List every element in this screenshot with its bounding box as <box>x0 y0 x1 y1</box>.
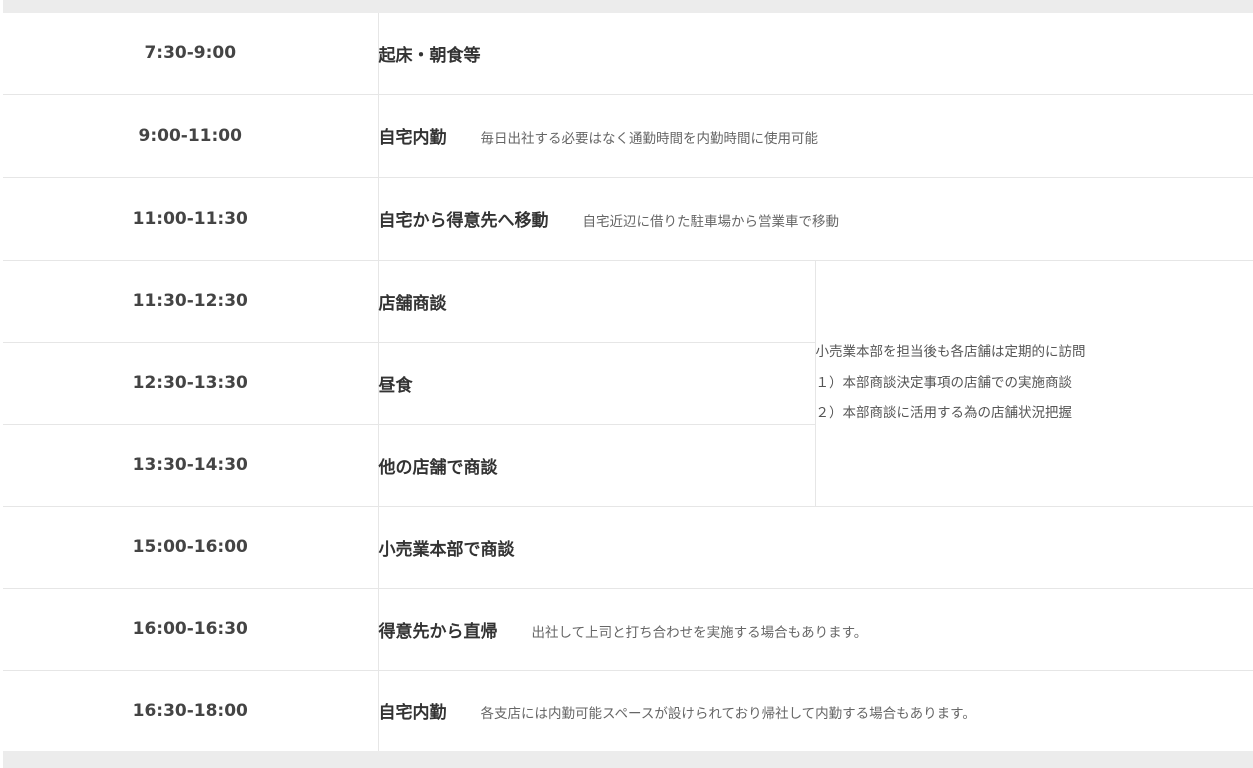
activity-title: 店舗商談 <box>378 293 447 314</box>
activity-note: 各支店には内勤可能スペースが設けられており帰社して内勤する場合もあります。 <box>480 706 976 723</box>
activity-title: 他の店舗で商談 <box>378 457 498 478</box>
activity-cell: 起床・朝食等 <box>378 13 1253 95</box>
activity-title: 昼食 <box>378 375 413 396</box>
merged-note-line: ２）本部商談に活用する為の店舗状況把握 <box>815 405 1073 422</box>
schedule-row: 11:00-11:30 自宅から得意先へ移動 自宅近辺に借りた駐車場から営業車で移… <box>3 177 1253 261</box>
top-band <box>3 0 1253 13</box>
time-cell: 7:30-9:00 <box>3 13 379 95</box>
activity-note: 出社して上司と打ち合わせを実施する場合もあります。 <box>531 624 868 641</box>
schedule-frame: 7:30-9:00 起床・朝食等 9:00-11:00 自宅内勤 毎日出社する必要… <box>0 0 1253 768</box>
time-cell: 11:30-12:30 <box>3 260 379 343</box>
time-cell: 16:00-16:30 <box>3 588 379 671</box>
activity-title: 得意先から直帰 <box>378 621 498 642</box>
schedule-row: 7:30-9:00 起床・朝食等 <box>3 13 1253 95</box>
activity-cell: 小売業本部で商談 <box>378 506 1253 589</box>
time-cell: 15:00-16:00 <box>3 506 379 589</box>
schedule-row: 16:00-16:30 得意先から直帰 出社して上司と打ち合わせを実施する場合もあ… <box>3 588 1253 671</box>
merged-note-line: １）本部商談決定事項の店舗での実施商談 <box>815 374 1073 391</box>
activity-title: 自宅内勤 <box>378 128 447 148</box>
activity-note: 毎日出社する必要はなく通勤時間を内勤時間に使用可能 <box>480 131 819 147</box>
activity-cell: 得意先から直帰 出社して上司と打ち合わせを実施する場合もあります。 <box>378 588 1253 671</box>
schedule-row: 16:30-18:00 自宅内勤 各支店には内勤可能スペースが設けられており帰社し… <box>3 670 1253 751</box>
time-cell: 13:30-14:30 <box>3 424 379 507</box>
activity-title: 自宅内勤 <box>378 703 447 724</box>
merged-note-line: 小売業本部を担当後も各店舗は定期的に訪問 <box>815 344 1086 361</box>
schedule-row: 9:00-11:00 自宅内勤 毎日出社する必要はなく通勤時間を内勤時間に使用可能 <box>3 94 1253 178</box>
schedule-row: 15:00-16:00 小売業本部で商談 <box>3 506 1253 589</box>
time-cell: 11:00-11:30 <box>3 177 379 261</box>
activity-cell: 自宅内勤 毎日出社する必要はなく通勤時間を内勤時間に使用可能 <box>378 94 1253 178</box>
activity-cell: 他の店舗で商談 <box>378 424 815 507</box>
schedule-row: 11:30-12:30 店舗商談 小売業本部を担当後も各店舗は定期的に訪問 １）… <box>3 260 1253 507</box>
activity-title: 自宅から得意先へ移動 <box>378 211 549 231</box>
time-cell: 9:00-11:00 <box>3 94 379 178</box>
daily-schedule-table: 7:30-9:00 起床・朝食等 9:00-11:00 自宅内勤 毎日出社する必要… <box>3 13 1253 751</box>
activity-cell: 自宅内勤 各支店には内勤可能スペースが設けられており帰社して内勤する場合もあります… <box>378 670 1253 751</box>
activity-title: 起床・朝食等 <box>378 45 481 66</box>
merged-note-cell: 小売業本部を担当後も各店舗は定期的に訪問 １）本部商談決定事項の店舗での実施商談… <box>814 260 1253 507</box>
activity-cell: 店舗商談 <box>378 260 815 343</box>
time-cell: 12:30-13:30 <box>3 342 379 425</box>
activity-title: 小売業本部で商談 <box>378 539 515 560</box>
time-cell: 16:30-18:00 <box>3 670 379 751</box>
activity-cell: 自宅から得意先へ移動 自宅近辺に借りた駐車場から営業車で移動 <box>378 177 1253 261</box>
activity-note: 自宅近辺に借りた駐車場から営業車で移動 <box>582 214 840 230</box>
activity-cell: 昼食 <box>378 342 815 425</box>
bottom-band <box>3 751 1253 768</box>
